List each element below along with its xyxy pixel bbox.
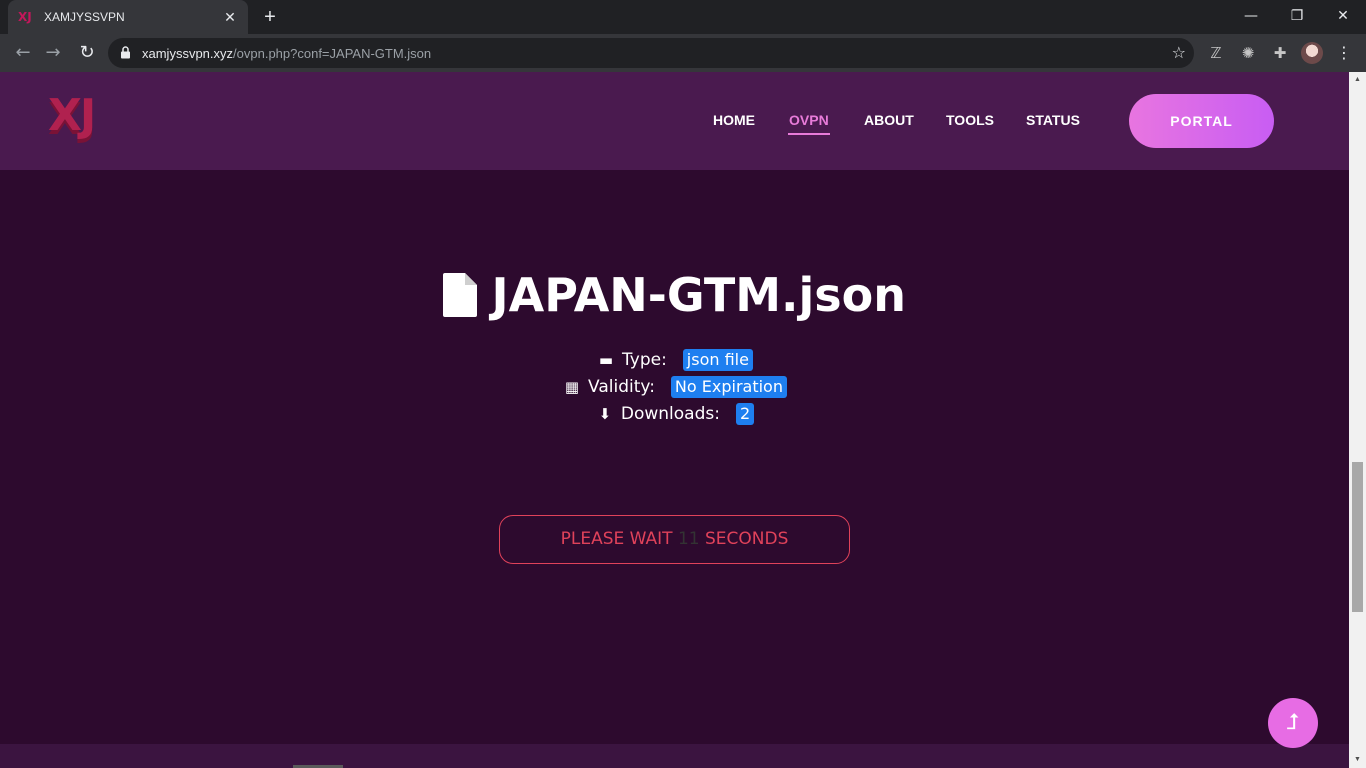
download-icon: ⬇ xyxy=(598,405,612,423)
scrollbar-thumb[interactable] xyxy=(1352,462,1363,612)
site-header: XJ HOME OVPN ABOUT TOOLS STATUS PORTAL xyxy=(0,72,1349,170)
address-bar[interactable]: xamjyssvpn.xyz/ovpn.php?conf=JAPAN-GTM.j… xyxy=(108,38,1194,68)
circle-extension-icon[interactable]: ✺ xyxy=(1237,42,1259,64)
validity-badge: No Expiration xyxy=(670,376,787,398)
scroll-up-icon[interactable]: ▲ xyxy=(1353,76,1362,83)
type-label: Type: xyxy=(622,350,667,370)
star-icon[interactable]: ☆ xyxy=(1172,43,1186,62)
menu-dots-icon[interactable]: ⋮ xyxy=(1336,42,1352,64)
file-name-heading: JAPAN-GTM.json xyxy=(491,268,906,322)
browser-tabbar: XJ XAMJYSSVPN ✕ + — ❐ ✕ xyxy=(0,0,1366,34)
site-favicon: XJ xyxy=(18,10,32,24)
calendar-icon: ▦ xyxy=(564,378,580,396)
tab-title: XAMJYSSVPN xyxy=(44,10,125,24)
wait-prefix: PLEASE WAIT xyxy=(560,529,673,549)
nav-about[interactable]: ABOUT xyxy=(864,112,914,128)
nav-active-underline xyxy=(788,133,830,135)
nav-ovpn[interactable]: OVPN xyxy=(789,112,829,128)
downloads-badge: 2 xyxy=(735,403,755,425)
forward-icon[interactable]: → xyxy=(38,38,68,68)
hdd-icon: ▬ xyxy=(598,351,614,369)
site-logo[interactable]: XJ xyxy=(48,90,96,141)
browser-toolbar: ← → ↻ xamjyssvpn.xyz/ovpn.php?conf=JAPAN… xyxy=(0,34,1366,72)
file-type-row: ▬ Type: json file xyxy=(0,349,1349,371)
puzzle-extensions-icon[interactable]: ✚ xyxy=(1269,42,1291,64)
lock-icon xyxy=(120,46,132,60)
window-controls: — ❐ ✕ xyxy=(1228,0,1366,34)
downloads-label: Downloads: xyxy=(620,404,720,424)
file-icon xyxy=(443,273,478,317)
browser-tab[interactable]: XJ XAMJYSSVPN ✕ xyxy=(8,0,248,34)
close-window-icon[interactable]: ✕ xyxy=(1320,0,1366,34)
nav-status[interactable]: STATUS xyxy=(1026,112,1080,128)
scroll-down-icon[interactable]: ▼ xyxy=(1353,756,1362,763)
validity-label: Validity: xyxy=(588,377,655,397)
url-text: xamjyssvpn.xyz/ovpn.php?conf=JAPAN-GTM.j… xyxy=(142,46,431,61)
minimize-icon[interactable]: — xyxy=(1228,0,1274,34)
new-tab-button[interactable]: + xyxy=(258,5,282,29)
z-extension-icon[interactable]: ℤ xyxy=(1205,42,1227,64)
page-scrollbar[interactable]: ▲ ▼ xyxy=(1349,72,1366,768)
page: XJ HOME OVPN ABOUT TOOLS STATUS PORTAL J… xyxy=(0,72,1349,768)
file-title-row: JAPAN-GTM.json xyxy=(0,268,1349,322)
type-badge: json file xyxy=(682,349,753,371)
footer-strip xyxy=(0,744,1349,768)
nav-tools[interactable]: TOOLS xyxy=(946,112,994,128)
url-domain: xamjyssvpn.xyz xyxy=(142,45,234,61)
scroll-to-top-button[interactable]: ⮥ xyxy=(1268,698,1318,748)
reload-icon[interactable]: ↻ xyxy=(72,38,102,68)
tab-close-icon[interactable]: ✕ xyxy=(222,9,238,26)
url-path: /ovpn.php?conf=JAPAN-GTM.json xyxy=(233,45,432,61)
file-downloads-row: ⬇ Downloads: 2 xyxy=(0,403,1349,425)
file-validity-row: ▦ Validity: No Expiration xyxy=(0,376,1349,398)
restore-icon[interactable]: ❐ xyxy=(1274,0,1320,34)
wait-suffix: SECONDS xyxy=(705,529,789,549)
back-icon[interactable]: ← xyxy=(8,38,38,68)
portal-button[interactable]: PORTAL xyxy=(1129,94,1274,148)
nav-home[interactable]: HOME xyxy=(713,112,755,128)
wait-seconds: 11 xyxy=(677,529,700,549)
profile-avatar[interactable] xyxy=(1301,42,1323,64)
wait-download-button[interactable]: PLEASE WAIT 11 SECONDS xyxy=(499,515,850,564)
